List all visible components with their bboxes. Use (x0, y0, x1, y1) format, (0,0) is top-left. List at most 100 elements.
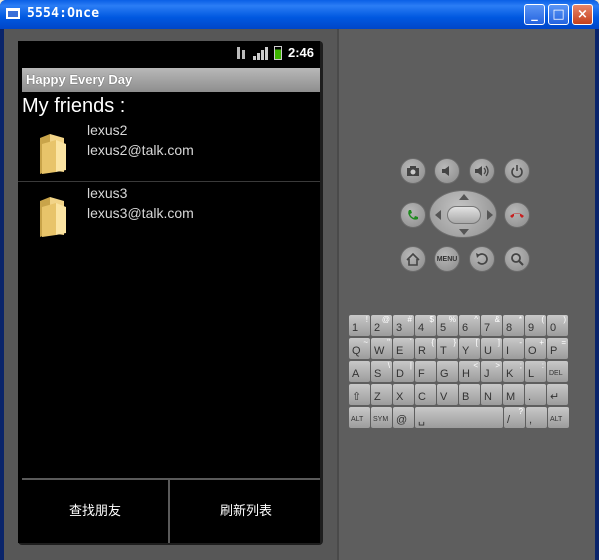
dpad[interactable] (429, 190, 497, 238)
search-button[interactable] (504, 246, 530, 272)
key-label: 0 (550, 322, 557, 334)
battery-icon (273, 45, 282, 60)
keyboard-key[interactable]: K; (503, 361, 524, 382)
keyboard-key[interactable]: 5% (437, 315, 458, 336)
key-label: H (462, 368, 470, 380)
key-alt-label: ) (563, 315, 566, 324)
key-label: B (462, 391, 470, 403)
menu-button[interactable]: MENU (434, 246, 460, 272)
window-titlebar[interactable]: 5554:Once _ □ × (0, 0, 599, 29)
keyboard-key[interactable]: ⇧ (349, 384, 370, 405)
friend-name: lexus2 (87, 122, 128, 138)
keyboard-key[interactable]: R{ (415, 338, 436, 359)
keyboard-key[interactable]: O + (525, 338, 546, 359)
volume-down-button[interactable] (434, 158, 460, 184)
folder-icon (40, 134, 66, 174)
call-button[interactable] (400, 202, 426, 228)
keyboard-key[interactable]: 1! (349, 315, 370, 336)
folder-icon (40, 197, 66, 237)
keyboard-key[interactable]: 2 @ (371, 315, 392, 336)
end-call-button[interactable] (504, 202, 530, 228)
keyboard-key[interactable]: P = (547, 338, 568, 359)
keyboard-key[interactable]: 0) (547, 315, 568, 336)
keyboard-key[interactable]: Y[ (459, 338, 480, 359)
keyboard-key[interactable]: A (349, 361, 370, 382)
network-3g-icon (235, 46, 247, 60)
keyboard-key[interactable]: S \ (371, 361, 392, 382)
minimize-button[interactable]: _ (524, 4, 545, 25)
key-label: I (506, 345, 510, 357)
dpad-center-button[interactable] (447, 206, 481, 224)
search-icon (511, 253, 524, 266)
keyboard-key[interactable]: J > (481, 361, 502, 382)
refresh-list-button[interactable]: 刷新列表 (172, 480, 320, 543)
key-label: 9 (528, 322, 535, 334)
keyboard-key[interactable]: 3 # (393, 315, 414, 336)
keyboard-key[interactable]: V (437, 384, 458, 405)
keyboard-key[interactable]: Q ~ (349, 338, 370, 359)
maximize-button[interactable]: □ (548, 4, 569, 25)
key-label: ALT (351, 416, 364, 423)
key-label: , (529, 414, 533, 426)
find-friends-button[interactable]: 查找朋友 (22, 480, 170, 543)
keyboard-key[interactable]: ALT (349, 407, 370, 428)
dpad-right-icon[interactable] (487, 210, 493, 220)
key-alt-label: ? (518, 407, 523, 416)
key-label: E (396, 345, 404, 357)
volume-down-icon (442, 166, 449, 176)
key-label: 7 (484, 322, 491, 334)
keyboard-key[interactable]: N (481, 384, 502, 405)
keyboard-key[interactable]: ALT (548, 407, 569, 428)
volume-up-icon (475, 165, 489, 177)
key-alt-label: " (387, 338, 390, 347)
key-alt-label: > (495, 361, 500, 370)
keyboard-key[interactable]: T} (437, 338, 458, 359)
friend-list-item[interactable]: lexus2 lexus2@talk.com (18, 122, 320, 184)
home-button[interactable] (400, 246, 426, 272)
back-button[interactable] (469, 246, 495, 272)
key-alt-label: \ (387, 361, 390, 370)
dpad-left-icon[interactable] (435, 210, 441, 220)
keyboard-key[interactable]: 4 $ (415, 315, 436, 336)
keyboard-key[interactable]: @ (393, 407, 414, 428)
key-label: V (440, 391, 448, 403)
keyboard-key[interactable]: . (525, 384, 546, 405)
keyboard-key[interactable]: , (526, 407, 547, 428)
keyboard-key[interactable]: L: (525, 361, 546, 382)
volume-up-button[interactable] (469, 158, 495, 184)
keyboard-key[interactable]: ␣ (415, 407, 503, 428)
keyboard-key[interactable]: H < (459, 361, 480, 382)
dpad-up-icon[interactable] (459, 194, 469, 200)
keyboard-key[interactable]: M (503, 384, 524, 405)
keyboard-key[interactable]: ↵ (547, 384, 568, 405)
keyboard-key[interactable]: I- (503, 338, 524, 359)
power-button[interactable] (504, 158, 530, 184)
keyboard-key[interactable]: D | (393, 361, 414, 382)
keyboard-key[interactable]: X (393, 384, 414, 405)
friend-list-item[interactable]: lexus3 lexus3@talk.com (18, 185, 320, 247)
key-label: F (418, 368, 425, 380)
key-label: G (440, 368, 449, 380)
key-label: L (528, 368, 535, 380)
key-label: DEL (549, 370, 563, 377)
key-alt-label: * (518, 315, 522, 324)
dpad-down-icon[interactable] (459, 229, 469, 235)
keyboard-key[interactable]: U] (481, 338, 502, 359)
keyboard-key[interactable]: G (437, 361, 458, 382)
keyboard-key[interactable]: W " (371, 338, 392, 359)
keyboard-key[interactable]: 6 ^ (459, 315, 480, 336)
keyboard-key[interactable]: SYM (371, 407, 392, 428)
keyboard-key[interactable]: B (459, 384, 480, 405)
keyboard-key[interactable]: DEL (547, 361, 568, 382)
home-icon (406, 252, 420, 266)
keyboard-key[interactable]: 7 & (481, 315, 502, 336)
camera-button[interactable] (400, 158, 426, 184)
keyboard-key[interactable]: C (415, 384, 436, 405)
keyboard-key[interactable]: 8 * (503, 315, 524, 336)
keyboard-key[interactable]: 9( (525, 315, 546, 336)
keyboard-key[interactable]: E ` (393, 338, 414, 359)
keyboard-key[interactable]: Z (371, 384, 392, 405)
keyboard-key[interactable]: F (415, 361, 436, 382)
close-button[interactable]: × (572, 4, 593, 25)
keyboard-key[interactable]: /? (504, 407, 525, 428)
